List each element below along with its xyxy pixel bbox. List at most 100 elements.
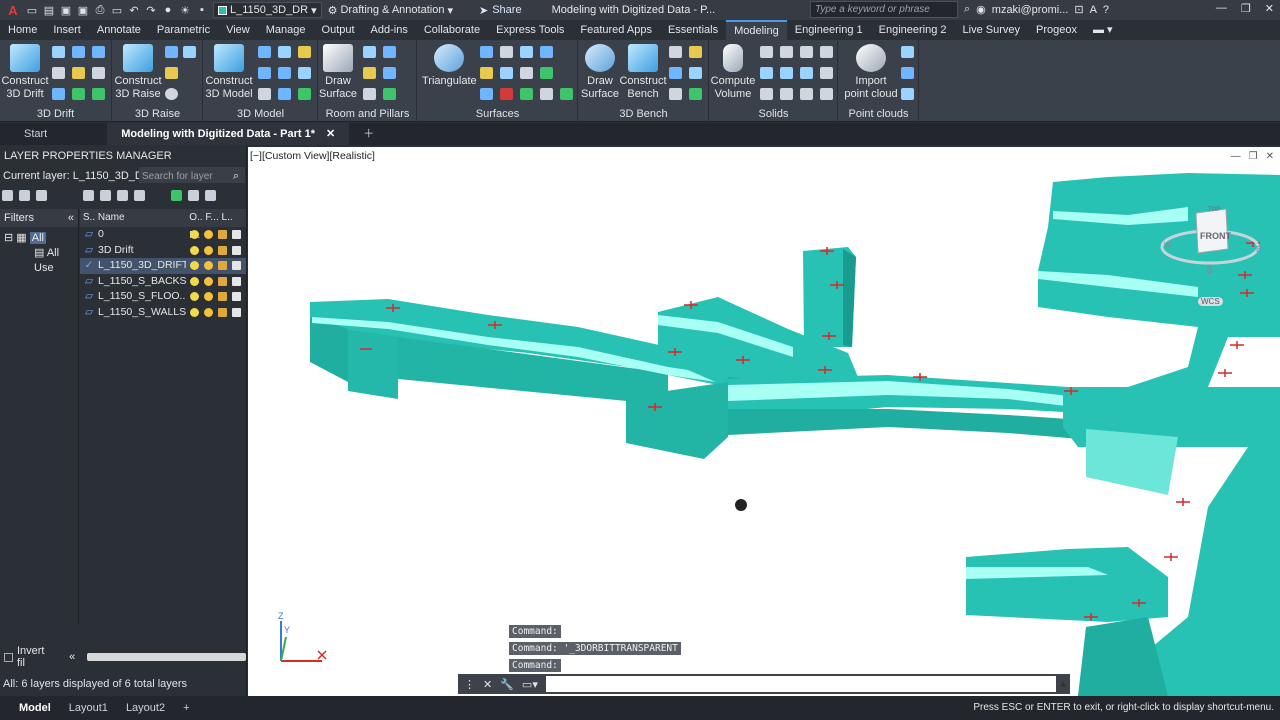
layer-status-icon[interactable]: ▱ — [80, 227, 98, 242]
on-off-bulb-icon[interactable] — [190, 276, 199, 286]
check-icon[interactable] — [92, 88, 105, 100]
user-menu[interactable]: ⌕ ◉ mzaki@promi... ⊡ A ? — [964, 3, 1109, 16]
tab-engineering-1[interactable]: Engineering 1 — [787, 20, 871, 40]
lock-icon[interactable] — [218, 261, 227, 271]
tool-icon[interactable] — [540, 88, 553, 100]
redo-icon[interactable]: ↷ — [144, 3, 158, 17]
tool-icon[interactable] — [500, 88, 513, 100]
construct-bench-button[interactable]: Construct Bench — [617, 44, 669, 101]
delete-layer-icon[interactable] — [117, 189, 128, 201]
tool-icon[interactable] — [52, 67, 65, 79]
plot-printer-icon[interactable] — [232, 292, 241, 302]
layer-states-icon[interactable] — [36, 189, 47, 201]
collapse-icon[interactable]: « — [68, 209, 74, 227]
tab-progeox[interactable]: Progeox — [1028, 20, 1085, 40]
tool-icon[interactable] — [669, 67, 682, 79]
freeze-sun-icon[interactable] — [204, 261, 213, 271]
tool-icon[interactable] — [258, 67, 271, 79]
freeze-sun-icon[interactable] — [204, 307, 213, 317]
freeze-sun-icon[interactable] — [204, 276, 213, 286]
tool-icon[interactable] — [183, 46, 196, 58]
viewport-controls-label[interactable]: [−][Custom View][Realistic] — [250, 150, 375, 162]
on-off-bulb-icon[interactable] — [190, 292, 199, 302]
tool-icon[interactable] — [92, 46, 105, 58]
tab-manage[interactable]: Manage — [258, 20, 314, 40]
tool-icon[interactable] — [520, 67, 533, 79]
layout-tab-layout1[interactable]: Layout1 — [60, 702, 117, 714]
layer-name[interactable]: L_1150_S_WALLS — [98, 305, 186, 320]
tool-icon[interactable] — [500, 67, 513, 79]
layer-name[interactable]: 0 — [98, 227, 186, 242]
tool-icon[interactable] — [480, 46, 493, 58]
layer-dropdown[interactable]: L_1150_3D_DR ▾ — [213, 2, 322, 18]
compass-w[interactable]: W — [1164, 241, 1172, 250]
tab-parametric[interactable]: Parametric — [149, 20, 218, 40]
tool-icon[interactable] — [258, 46, 271, 58]
construct-3d-drift-button[interactable]: Construct 3D Drift — [0, 44, 50, 101]
lock-icon[interactable] — [218, 307, 227, 317]
tool-icon[interactable] — [258, 88, 271, 100]
wcs-menu[interactable]: WCS — [1198, 297, 1223, 306]
tab-essentials[interactable]: Essentials — [660, 20, 726, 40]
tool-icon[interactable] — [363, 67, 376, 79]
layer-status-icon[interactable]: ▱ — [80, 243, 98, 258]
new-layer-vp-icon[interactable] — [100, 189, 111, 201]
tool-icon[interactable] — [780, 88, 793, 100]
close-icon[interactable]: ✕ — [1266, 151, 1274, 162]
draw-surface-button[interactable]: Draw Surface — [313, 44, 363, 101]
tool-icon[interactable] — [165, 67, 178, 79]
check-icon[interactable] — [689, 88, 702, 100]
share-button[interactable]: ➤ Share — [479, 4, 522, 17]
plot-printer-icon[interactable] — [232, 230, 241, 240]
tool-icon[interactable] — [278, 88, 291, 100]
restore-icon[interactable]: ❐ — [1241, 2, 1251, 15]
col-name[interactable]: Name — [98, 209, 185, 227]
bulb-icon[interactable]: ● — [161, 3, 175, 17]
new-file-icon[interactable]: ▭ — [25, 3, 39, 17]
tab-express-tools[interactable]: Express Tools — [488, 20, 572, 40]
tool-icon[interactable] — [820, 67, 833, 79]
print-icon[interactable]: ⎙ — [93, 3, 107, 17]
tab-view[interactable]: View — [218, 20, 258, 40]
tool-icon[interactable] — [72, 67, 85, 79]
refresh-icon[interactable] — [171, 189, 182, 201]
tool-icon[interactable] — [92, 67, 105, 79]
plot-printer-icon[interactable] — [232, 245, 241, 255]
tool-icon[interactable] — [363, 88, 376, 100]
freeze-sun-icon[interactable] — [204, 245, 213, 255]
search-icon[interactable]: ⌕ — [233, 167, 239, 185]
tool-icon[interactable] — [780, 46, 793, 58]
new-filter-icon[interactable] — [2, 189, 13, 201]
construct-3d-model-button[interactable]: Construct 3D Model — [204, 44, 254, 101]
tool-icon[interactable] — [689, 67, 702, 79]
plot-printer-icon[interactable] — [232, 307, 241, 317]
on-off-bulb-icon[interactable] — [190, 230, 199, 240]
tool-icon[interactable] — [72, 88, 85, 100]
minimize-icon[interactable]: — — [1231, 151, 1241, 162]
tool-icon[interactable] — [278, 67, 291, 79]
tool-icon[interactable] — [383, 67, 396, 79]
tool-icon[interactable] — [52, 46, 65, 58]
save-as-icon[interactable]: ▣ — [76, 3, 90, 17]
tool-icon[interactable] — [540, 67, 553, 79]
gear-icon[interactable] — [205, 189, 216, 201]
tool-icon[interactable] — [165, 46, 178, 58]
tool-icon[interactable] — [520, 88, 533, 100]
tool-icon[interactable] — [800, 88, 813, 100]
on-off-bulb-icon[interactable] — [190, 261, 199, 271]
sun-icon[interactable]: ☀ — [178, 3, 192, 17]
tool-icon[interactable] — [669, 88, 682, 100]
tab-modeling[interactable]: Modeling — [726, 20, 787, 40]
tab-add-ins[interactable]: Add-ins — [363, 20, 416, 40]
tool-icon[interactable] — [278, 46, 291, 58]
tool-icon[interactable] — [901, 88, 914, 100]
tool-icon[interactable] — [800, 67, 813, 79]
col-icons[interactable]: O.. F... L.. P.. — [185, 209, 246, 241]
undo-icon[interactable]: ↶ — [127, 3, 141, 17]
tool-icon[interactable] — [298, 67, 311, 79]
app-logo-icon[interactable]: A — [4, 3, 22, 18]
customize-icon[interactable]: 🔧 — [500, 678, 514, 691]
grip-icon[interactable]: ⋮ — [464, 678, 475, 691]
tab-live-survey[interactable]: Live Survey — [955, 20, 1028, 40]
check-icon[interactable] — [298, 88, 311, 100]
